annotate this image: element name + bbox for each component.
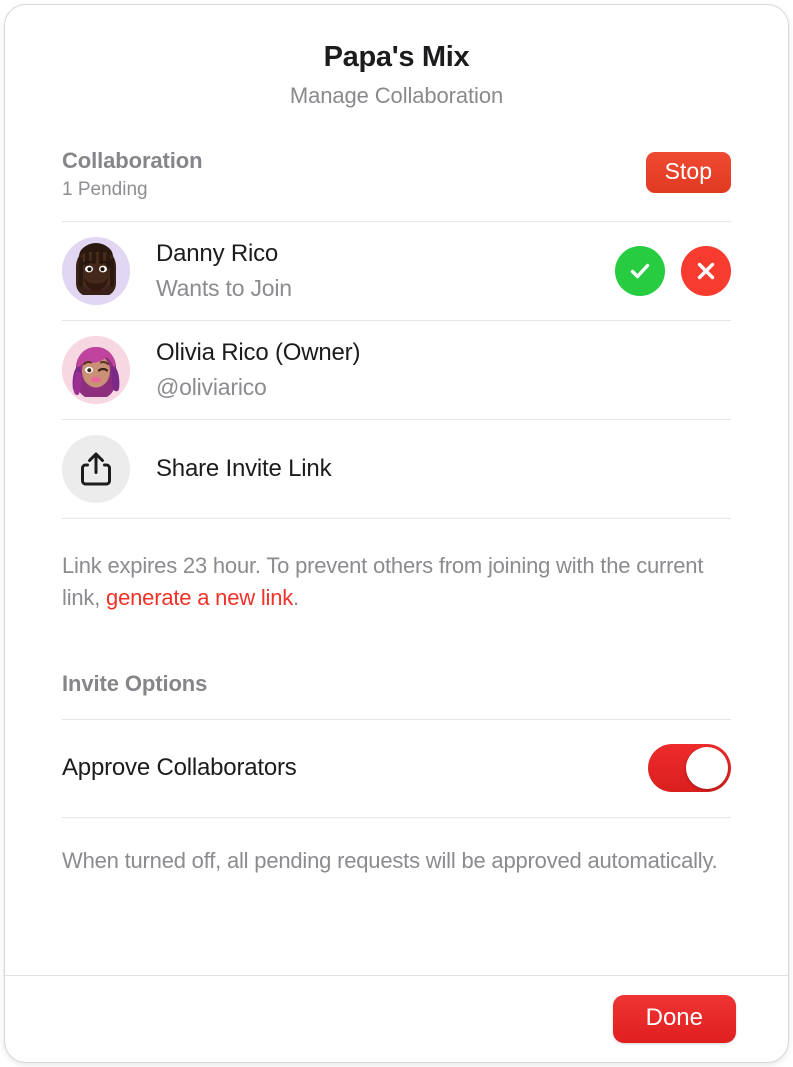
pending-count-label: 1 Pending [62,179,148,201]
share-icon [81,452,111,486]
member-info: Danny Rico Wants to Join [156,240,615,302]
list-item[interactable]: Danny Rico Wants to Join [57,222,736,320]
dialog-header: Papa's Mix Manage Collaboration [57,5,736,109]
share-invite-link-label: Share Invite Link [156,455,332,483]
avatar [62,336,130,405]
collaboration-section-header: Collaboration 1 Pending Stop [57,150,736,199]
accept-request-button[interactable] [615,246,665,297]
invite-options-list: Approve Collaborators [57,718,736,818]
page-subtitle: Manage Collaboration [289,83,504,109]
list-item[interactable]: Olivia Rico (Owner) @oliviarico [57,321,736,419]
done-button[interactable]: Done [612,995,736,1043]
member-actions [615,246,731,297]
generate-new-link[interactable]: generate a new link [106,585,293,610]
member-info: Olivia Rico (Owner) @oliviarico [156,339,731,401]
dialog-footer: Done [5,975,788,1062]
memoji-olivia-icon [62,336,130,405]
footnote-text-after: . [293,585,299,611]
share-invite-link-row[interactable]: Share Invite Link [57,420,736,518]
member-name: Danny Rico [156,240,279,268]
collaborators-list: Danny Rico Wants to Join Olivia Rico (Ow… [57,221,736,520]
approve-collaborators-toggle[interactable] [648,744,731,793]
approve-collaborators-note: When turned off, all pending requests wi… [62,847,718,873]
collaboration-title: Collaboration [62,148,203,174]
stop-button[interactable]: Stop [645,152,731,194]
member-status: Wants to Join [156,274,292,301]
approve-collaborators-label: Approve Collaborators [62,754,297,782]
decline-request-button[interactable] [681,246,731,297]
memoji-danny-icon [62,237,130,306]
toggle-knob [686,747,728,790]
approve-collaborators-row[interactable]: Approve Collaborators [57,720,736,817]
check-icon [630,264,650,279]
share-icon-background [62,435,130,504]
invite-options-title: Invite Options [62,670,208,696]
options-divider [62,816,731,818]
manage-collaboration-dialog: Papa's Mix Manage Collaboration Collabor… [4,4,789,1063]
avatar [62,237,130,306]
page-title: Papa's Mix [323,41,470,73]
dialog-body: Papa's Mix Manage Collaboration Collabor… [5,5,788,975]
list-divider [62,518,731,520]
close-icon [697,263,715,280]
member-name: Olivia Rico (Owner) [156,339,361,367]
collaboration-section-text: Collaboration 1 Pending [62,148,203,201]
member-handle: @oliviarico [156,373,267,400]
link-expiry-footnote: Link expires 23 hour. To prevent others … [57,550,736,613]
